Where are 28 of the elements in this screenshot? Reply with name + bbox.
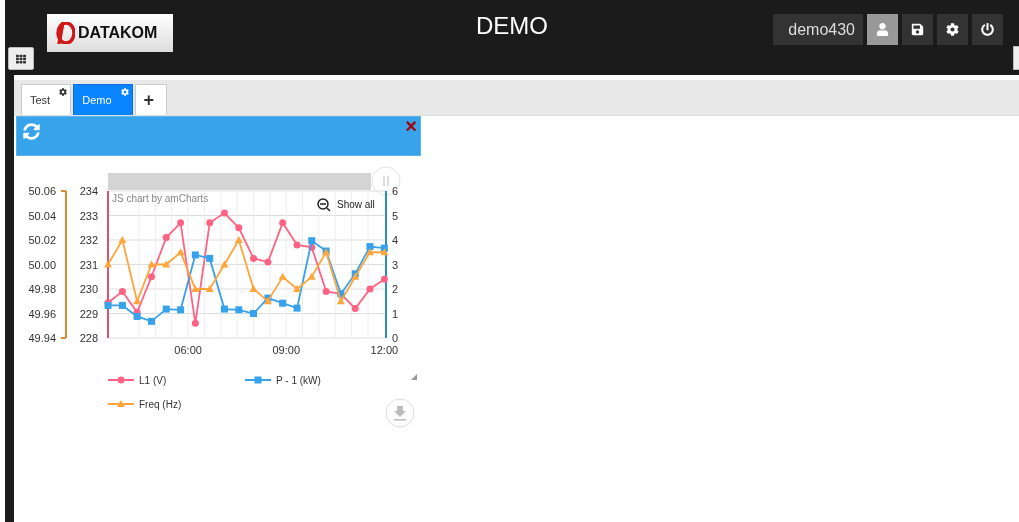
y-axis-label: 50.06 xyxy=(28,185,56,197)
x-axis-label: 09:00 xyxy=(272,344,300,356)
y-axis-label: 4 xyxy=(392,234,399,246)
y-axis-label: 231 xyxy=(79,258,98,271)
y-axis-label: 49.96 xyxy=(28,307,56,320)
y-axis-label: 50.04 xyxy=(28,209,56,222)
logo-text: DATAKOM xyxy=(78,24,158,42)
y-axis-label: 49.94 xyxy=(28,332,56,344)
y-axis-label: 5 xyxy=(392,209,399,222)
y-axis-label: 2 xyxy=(392,283,399,295)
y-axis-label: 49.98 xyxy=(28,283,56,295)
chart-credit: JS chart by amCharts xyxy=(112,193,209,204)
x-axis-label: 12:00 xyxy=(370,344,399,356)
y-axis-label: 233 xyxy=(79,209,98,222)
y-axis-label: 232 xyxy=(79,234,98,246)
y-axis-label: 50.02 xyxy=(28,234,56,246)
y-axis-label: 228 xyxy=(79,332,98,344)
y-axis-label: 6 xyxy=(392,185,399,197)
y-axis-label: 1 xyxy=(392,307,399,320)
y-axis-label: 230 xyxy=(79,283,98,295)
y-axis-label: 50.00 xyxy=(28,258,56,271)
y-axis-label: 234 xyxy=(79,185,98,197)
y-axis-label: 0 xyxy=(392,332,399,344)
page-title: DEMO xyxy=(476,12,548,39)
y-axis-label: 3 xyxy=(392,258,399,271)
username: demo430 xyxy=(773,14,863,45)
y-axis-label: 229 xyxy=(79,307,98,320)
x-axis-label: 06:00 xyxy=(174,344,202,356)
